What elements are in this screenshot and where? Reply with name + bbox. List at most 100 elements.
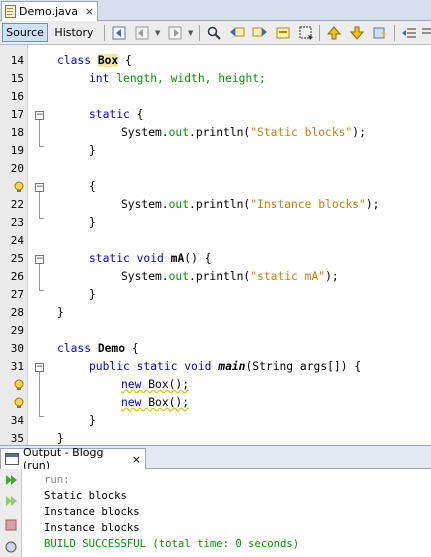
code-text: System.out.println("Static blocks");	[121, 126, 366, 139]
toggle-highlight-icon[interactable]	[274, 24, 292, 42]
line-number: 26	[10, 270, 24, 283]
output-line: Instance blocks	[44, 506, 140, 518]
code-line: 34 }	[0, 412, 431, 430]
line-number: 34	[10, 414, 24, 427]
code-text: }	[57, 306, 64, 319]
line-number: 14	[10, 54, 24, 67]
line-number: 18	[10, 126, 24, 139]
fold-guide	[39, 264, 40, 290]
chevron-down-icon[interactable]: ▼	[188, 29, 193, 37]
back-icon[interactable]	[133, 24, 151, 42]
code-text: class Demo {	[57, 342, 139, 355]
line-number: 30	[10, 342, 24, 355]
line-number: 23	[10, 216, 24, 229]
code-text: {	[89, 180, 96, 193]
code-text: }	[57, 432, 64, 445]
code-line: 21 {	[0, 178, 431, 196]
code-line: 25 static void mA() {	[0, 250, 431, 268]
line-number: 19	[10, 144, 24, 157]
fold-toggle[interactable]: −	[35, 255, 44, 264]
shift-left-icon[interactable]	[400, 24, 418, 42]
line-number: 24	[10, 234, 24, 247]
prev-bookmark-icon[interactable]	[325, 24, 343, 42]
chevron-down-icon[interactable]: ▼	[155, 29, 160, 37]
code-line: 33 new Box();	[0, 394, 431, 412]
line-number: 31	[10, 360, 24, 373]
source-button[interactable]: Source	[2, 23, 48, 42]
next-occurrence-icon[interactable]	[251, 24, 269, 42]
output-line: Instance blocks	[44, 522, 140, 534]
line-number: 22	[10, 198, 24, 211]
fold-guide	[39, 416, 44, 417]
fold-toggle[interactable]: −	[35, 183, 44, 192]
find-icon[interactable]	[205, 24, 223, 42]
close-icon[interactable]: ×	[132, 453, 141, 466]
forward-icon[interactable]	[166, 24, 184, 42]
editor-tab-bar: Demo.java ×	[0, 0, 431, 21]
hint-bulb-icon[interactable]	[14, 181, 25, 193]
file-tab-demo-java[interactable]: Demo.java ×	[1, 1, 98, 21]
code-line: 15 int length, width, height;	[0, 70, 431, 88]
shift-right-icon[interactable]	[420, 24, 431, 42]
output-tab[interactable]: Output - Blogg (run) ×	[0, 446, 146, 472]
code-text: int length, width, height;	[89, 72, 266, 85]
line-number: 20	[10, 162, 24, 175]
prev-occurrence-icon[interactable]	[228, 24, 246, 42]
toolbar-separator	[319, 25, 320, 41]
fold-guide	[39, 218, 44, 219]
fold-guide	[39, 120, 40, 146]
code-text: static void mA() {	[89, 252, 212, 265]
code-line: 31 public static void main(String args[]…	[0, 358, 431, 376]
line-number: 25	[10, 252, 24, 265]
class-name-box: Box	[97, 54, 119, 67]
code-line: 14 class Box {	[0, 52, 431, 70]
code-line: 23 }	[0, 214, 431, 232]
rerun-different-icon[interactable]	[3, 493, 19, 509]
rerun-icon[interactable]	[3, 472, 19, 488]
code-line: 16	[0, 88, 431, 106]
stop-icon[interactable]	[3, 517, 19, 533]
fold-toggle[interactable]: −	[35, 111, 44, 120]
fold-guide	[39, 192, 40, 218]
settings-icon[interactable]	[3, 539, 19, 555]
code-line: 17 static {	[0, 106, 431, 124]
history-button[interactable]: History	[51, 23, 97, 42]
code-line: 30 class Demo {	[0, 340, 431, 358]
fold-guide	[39, 146, 44, 147]
output-line: Static blocks	[44, 490, 127, 502]
code-editor[interactable]: 14 class Box { 15 int length, width, hei…	[0, 45, 431, 445]
code-line: 19 }	[0, 142, 431, 160]
output-icon	[5, 453, 19, 465]
code-line: 32 new Box();	[0, 376, 431, 394]
toggle-rect-select-icon[interactable]	[297, 24, 315, 42]
next-bookmark-icon[interactable]	[348, 24, 366, 42]
code-text: new Box();	[121, 396, 190, 409]
line-number: 17	[10, 108, 24, 121]
last-edit-icon[interactable]	[110, 24, 128, 42]
fold-toggle[interactable]: −	[35, 363, 44, 372]
code-text: }	[89, 414, 96, 427]
output-tab-bar: Output - Blogg (run) ×	[0, 445, 431, 472]
toolbar-separator	[199, 25, 200, 41]
hint-bulb-icon[interactable]	[14, 397, 25, 409]
line-number: 35	[10, 432, 24, 445]
code-text: class Box {	[57, 54, 132, 67]
code-text: }	[89, 288, 96, 301]
code-text: System.out.println("static mA");	[121, 270, 339, 283]
hint-bulb-icon[interactable]	[14, 379, 25, 391]
code-text: public static void main(String args[]) {	[89, 360, 362, 373]
output-pane[interactable]: run: Static blocks Instance blocks Insta…	[0, 469, 431, 557]
code-text: static {	[89, 108, 144, 121]
toolbar-separator	[104, 25, 105, 41]
toggle-bookmark-icon[interactable]	[371, 24, 389, 42]
line-number: 15	[10, 72, 24, 85]
code-line: 22 System.out.println("Instance blocks")…	[0, 196, 431, 214]
java-file-icon	[5, 5, 16, 18]
code-line: 27 }	[0, 286, 431, 304]
code-line: 35 }	[0, 430, 431, 445]
close-icon[interactable]: ×	[85, 5, 94, 18]
code-text: new Box();	[121, 378, 190, 391]
editor-toolbar: Source History ▼ ▼	[0, 21, 431, 45]
code-text: System.out.println("Instance blocks");	[121, 198, 380, 211]
output-line: run:	[44, 474, 70, 486]
